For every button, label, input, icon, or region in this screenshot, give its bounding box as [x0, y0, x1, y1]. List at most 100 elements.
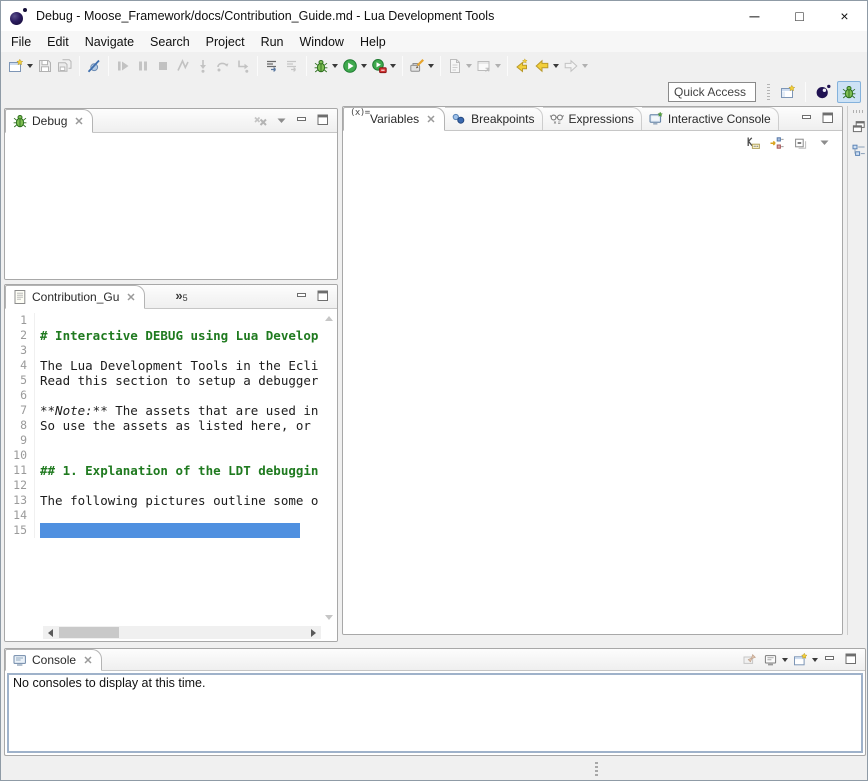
scroll-left-icon[interactable] — [48, 629, 53, 637]
menu-run[interactable]: Run — [253, 33, 292, 51]
line-number: 12 — [5, 478, 35, 493]
close-tab-icon[interactable] — [125, 291, 137, 303]
minimize-window-button[interactable]: ─ — [732, 1, 777, 31]
scroll-up-icon[interactable] — [325, 316, 333, 321]
editor-line[interactable]: 1 — [5, 313, 321, 328]
menu-project[interactable]: Project — [198, 33, 253, 51]
editor-text-area[interactable]: 12# Interactive DEBUG using Lua Develop3… — [5, 313, 321, 625]
dropdown-caret-icon[interactable] — [812, 658, 818, 662]
tab-contribution-gu[interactable]: Contribution_Gu — [5, 285, 145, 309]
dropdown-caret-icon[interactable] — [390, 64, 396, 68]
maximize-button[interactable] — [820, 110, 838, 128]
close-tab-icon[interactable] — [73, 115, 85, 127]
scroll-down-icon[interactable] — [325, 615, 333, 620]
menu-search[interactable]: Search — [142, 33, 198, 51]
view-menu-icon — [274, 113, 290, 129]
dropdown-caret-icon[interactable] — [27, 64, 33, 68]
back-button[interactable] — [532, 55, 561, 77]
editor-line[interactable]: 15 — [5, 523, 321, 538]
editor-line[interactable]: 5Read this section to setup a debugger — [5, 373, 321, 388]
editor-body[interactable]: 12# Interactive DEBUG using Lua Develop3… — [5, 309, 337, 641]
more-editors-chevron[interactable]: »5 — [175, 285, 187, 308]
collapse-all-button[interactable] — [792, 134, 810, 152]
editor-line[interactable]: 6 — [5, 388, 321, 403]
show-type-names-button[interactable] — [744, 134, 762, 152]
editor-line[interactable]: 14 — [5, 508, 321, 523]
external-tools-button[interactable] — [407, 55, 436, 77]
tab-variables[interactable]: (x)=Variables — [343, 107, 445, 131]
debug-bug-icon — [313, 58, 329, 74]
minimize-button[interactable] — [294, 112, 312, 130]
last-edit-location-button[interactable] — [512, 55, 532, 77]
debug-header-spacer — [93, 109, 252, 132]
debug-perspective-button[interactable] — [837, 81, 861, 103]
view-menu-button[interactable] — [816, 134, 834, 152]
tab-expressions[interactable]: Expressions — [543, 107, 642, 130]
scroll-right-icon[interactable] — [311, 629, 316, 637]
debug-button[interactable] — [311, 55, 340, 77]
menu-edit[interactable]: Edit — [39, 33, 77, 51]
dropdown-caret-icon — [466, 64, 472, 68]
dropdown-caret-icon[interactable] — [332, 64, 338, 68]
coverage-button[interactable] — [369, 55, 398, 77]
drop-to-frame-button[interactable] — [262, 55, 282, 77]
menu-navigate[interactable]: Navigate — [77, 33, 142, 51]
maximize-button[interactable] — [315, 288, 333, 306]
editor-line[interactable]: 4The Lua Development Tools in the Ecli — [5, 358, 321, 373]
tab-breakpoints[interactable]: Breakpoints — [445, 107, 542, 130]
quick-access-input[interactable]: Quick Access — [668, 82, 756, 102]
lua-perspective-button[interactable] — [811, 81, 835, 103]
tab-interactive-console[interactable]: Interactive Console — [642, 107, 779, 130]
editor-vertical-scrollbar[interactable] — [322, 312, 335, 624]
toolbar-drag-handle[interactable] — [767, 84, 770, 100]
horizontal-scrollbar-thumb[interactable] — [59, 627, 119, 638]
editor-line[interactable]: 10 — [5, 448, 321, 463]
open-perspective-button[interactable] — [776, 81, 800, 103]
menu-help[interactable]: Help — [352, 33, 394, 51]
skip-all-breakpoints-button[interactable] — [84, 55, 104, 77]
close-tab-icon[interactable] — [425, 113, 437, 125]
restore-view-button[interactable] — [848, 119, 868, 135]
editor-line[interactable]: 11## 1. Explanation of the LDT debuggin — [5, 463, 321, 478]
editor-horizontal-scrollbar[interactable] — [43, 626, 321, 639]
resume-button — [113, 55, 133, 77]
menu-file[interactable]: File — [3, 33, 39, 51]
line-content: ## 1. Explanation of the LDT debuggin — [40, 463, 318, 478]
editor-line[interactable]: 13The following pictures outline some o — [5, 493, 321, 508]
outline-view-button[interactable] — [848, 143, 868, 159]
open-console-button[interactable] — [792, 651, 819, 669]
tab-console[interactable]: Console — [5, 649, 102, 671]
tab-debug[interactable]: Debug — [5, 109, 93, 133]
toolbar-separator — [507, 56, 508, 76]
editor-line[interactable]: 8So use the assets as listed here, or — [5, 418, 321, 433]
editor-line[interactable]: 12 — [5, 478, 321, 493]
minimize-button[interactable] — [799, 110, 817, 128]
close-window-button[interactable]: × — [822, 1, 867, 31]
editor-line[interactable]: 7**Note:** The assets that are used in — [5, 403, 321, 418]
line-content: **Note:** The assets that are used in — [40, 403, 318, 418]
editor-line[interactable]: 9 — [5, 433, 321, 448]
run-button[interactable] — [340, 55, 369, 77]
show-logical-structure-button[interactable] — [768, 134, 786, 152]
maximize-window-button[interactable]: □ — [777, 1, 822, 31]
dropdown-caret-icon[interactable] — [553, 64, 559, 68]
new-button[interactable] — [6, 55, 35, 77]
console-message-area[interactable]: No consoles to display at this time. — [7, 673, 863, 753]
dropdown-caret-icon[interactable] — [428, 64, 434, 68]
maximize-button[interactable] — [315, 112, 333, 130]
maximize-button[interactable] — [843, 651, 861, 669]
minimize-button[interactable] — [294, 288, 312, 306]
menu-window[interactable]: Window — [292, 33, 352, 51]
trim-drag-handle[interactable] — [853, 110, 865, 113]
editor-line[interactable]: 3 — [5, 343, 321, 358]
dropdown-caret-icon[interactable] — [782, 658, 788, 662]
disconnect-icon — [175, 58, 191, 74]
minimize-button[interactable] — [822, 651, 840, 669]
dropdown-caret-icon — [495, 64, 501, 68]
display-selected-console-button[interactable] — [762, 651, 789, 669]
editor-line[interactable]: 2# Interactive DEBUG using Lua Develop — [5, 328, 321, 343]
view-menu-button[interactable] — [273, 112, 291, 130]
statusbar-drag-handle[interactable] — [595, 762, 598, 777]
close-tab-icon[interactable] — [82, 654, 94, 666]
dropdown-caret-icon[interactable] — [361, 64, 367, 68]
